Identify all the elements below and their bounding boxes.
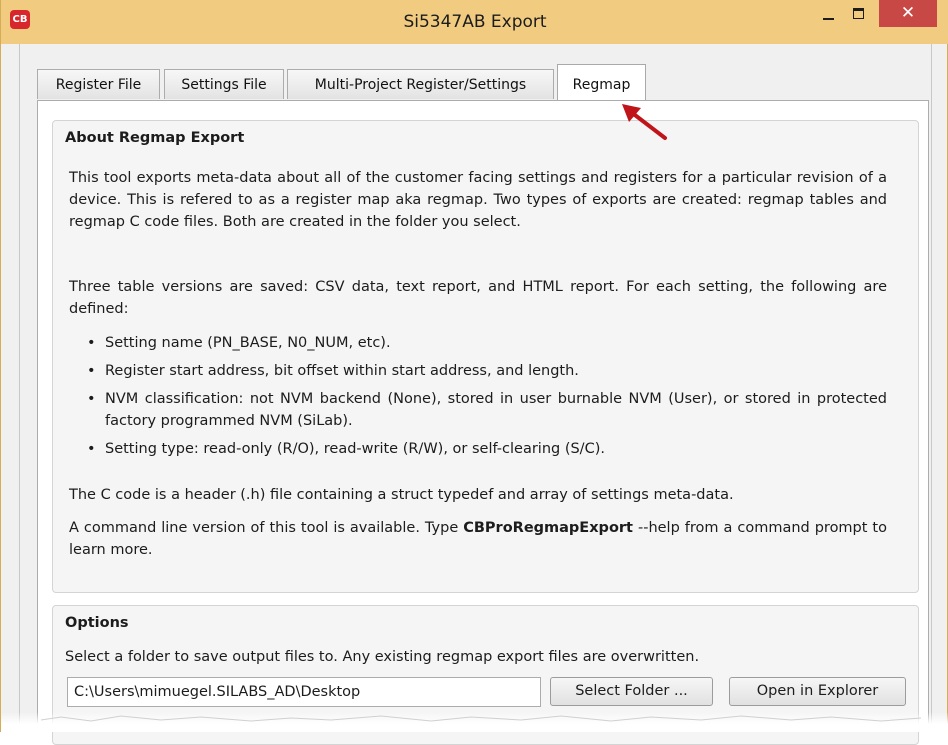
cmd-before-text: A command line version of this tool is a… [69, 520, 459, 536]
command-line-text: A command line version of this tool is a… [69, 517, 887, 561]
export-window: CB Si5347AB Export ✕ Register File Setti… [0, 0, 948, 745]
about-intro-text: This tool exports meta-data about all of… [69, 170, 887, 230]
list-item: • Register start address, bit offset with… [85, 360, 887, 382]
list-item: • Setting type: read-only (R/O), read-wri… [85, 438, 887, 460]
cmd-name: CBProRegmapExport [463, 520, 633, 536]
torn-edge-line [40, 715, 922, 722]
tables-intro-text: Three table versions are saved: CSV data… [69, 279, 887, 317]
maximize-icon [853, 8, 864, 19]
tab-multi-project[interactable]: Multi-Project Register/Settings [287, 69, 554, 99]
minimize-button[interactable] [816, 2, 842, 28]
bullet-text: Setting type: read-only (R/O), read-writ… [105, 441, 605, 457]
regmap-tab-panel: About Regmap Export This tool exports me… [37, 100, 929, 745]
about-regmap-group: About Regmap Export This tool exports me… [52, 120, 919, 593]
tab-register-file[interactable]: Register File [37, 69, 160, 99]
bullet-icon: • [87, 391, 96, 407]
bullet-text: NVM classification: not NVM backend (Non… [105, 391, 887, 429]
c-code-text: The C code is a header (.h) file contain… [69, 487, 734, 503]
maximize-button[interactable] [846, 2, 872, 28]
red-arrow-icon [622, 104, 667, 140]
bullet-text: Register start address, bit offset withi… [105, 363, 579, 379]
tab-label: Settings File [181, 77, 267, 93]
bullet-icon: • [87, 441, 96, 457]
bullet-text: Setting name (PN_BASE, N0_NUM, etc). [105, 335, 391, 351]
bullet-icon: • [87, 363, 96, 379]
options-description: Select a folder to save output files to.… [65, 649, 700, 665]
tab-label: Register File [55, 77, 142, 93]
tab-label: Multi-Project Register/Settings [314, 77, 527, 93]
window-title: Si5347AB Export [403, 12, 547, 32]
close-button[interactable]: ✕ [879, 0, 937, 27]
folder-path-input[interactable] [67, 677, 541, 707]
title-bar[interactable]: CB Si5347AB Export ✕ [1, 0, 948, 44]
list-item: • Setting name (PN_BASE, N0_NUM, etc). [85, 332, 887, 354]
list-item: • NVM classification: not NVM backend (No… [85, 388, 887, 432]
tab-label: Regmap [572, 77, 631, 93]
settings-bullet-list: • Setting name (PN_BASE, N0_NUM, etc). • R… [85, 332, 887, 466]
tab-regmap[interactable]: Regmap [557, 64, 646, 100]
minimize-icon [823, 18, 834, 20]
options-title: Options [65, 615, 129, 631]
bullet-icon: • [87, 335, 96, 351]
tab-settings-file[interactable]: Settings File [164, 69, 284, 99]
select-folder-button[interactable]: Select Folder ... [550, 677, 713, 706]
open-in-explorer-button[interactable]: Open in Explorer [729, 677, 906, 706]
about-title: About Regmap Export [65, 130, 245, 146]
close-icon: ✕ [900, 3, 916, 23]
